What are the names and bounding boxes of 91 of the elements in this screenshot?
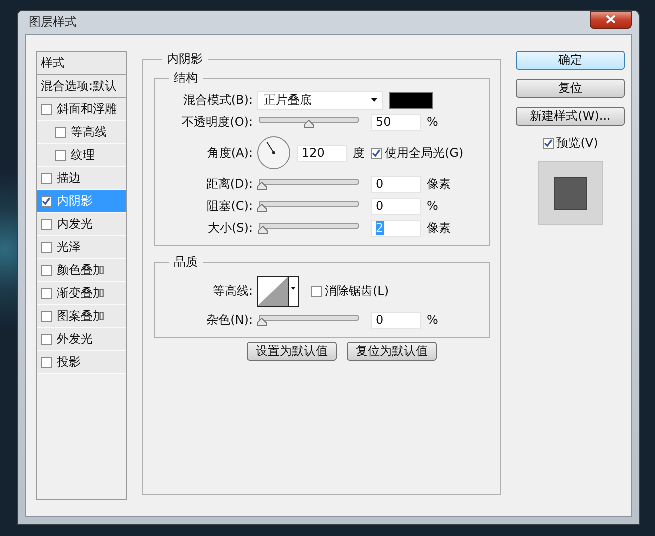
- group-title: 品质: [173, 254, 199, 271]
- angle-field[interactable]: 120: [297, 144, 347, 162]
- checkbox[interactable]: [41, 334, 52, 344]
- dialog-button[interactable]: 确定: [516, 51, 625, 70]
- checkbox[interactable]: [41, 310, 52, 322]
- field-label: 阻塞(C):: [206, 198, 253, 214]
- slider-thumb[interactable]: [258, 226, 268, 234]
- value-field[interactable]: 50: [371, 114, 421, 130]
- style-list-item[interactable]: 投影: [37, 351, 126, 374]
- style-list-item[interactable]: 描边: [37, 167, 126, 190]
- style-label: 渐变叠加: [57, 284, 105, 302]
- checkbox[interactable]: [41, 242, 52, 252]
- style-label: 混合选项:默认: [41, 78, 118, 94]
- contour-picker[interactable]: [257, 276, 299, 306]
- field-label: 角度(A):: [206, 144, 253, 162]
- style-list-item[interactable]: 等高线: [37, 121, 126, 144]
- slider-thumb[interactable]: [257, 204, 267, 212]
- unit-label: 像素: [427, 176, 451, 192]
- style-label: 光泽: [57, 238, 81, 256]
- style-label: 外发光: [57, 330, 93, 348]
- style-label: 颜色叠加: [57, 262, 105, 278]
- field-label: 等高线:: [212, 282, 253, 300]
- slider-thumb[interactable]: [304, 120, 314, 128]
- preview-swatch: [554, 176, 587, 210]
- checkbox-label: 使用全局光(G): [385, 144, 464, 162]
- field-label: 混合模式(B):: [182, 92, 253, 108]
- checkbox[interactable]: [55, 150, 66, 160]
- style-label: 内发光: [57, 216, 93, 232]
- field-label: 距离(D):: [205, 176, 253, 192]
- unit-label: %: [427, 313, 438, 327]
- slider[interactable]: [257, 178, 361, 190]
- window-title: 图层样式: [28, 14, 77, 31]
- style-list-item[interactable]: 内发光: [37, 213, 126, 236]
- checkbox-label: 消除锯齿(L): [325, 282, 390, 300]
- style-label: 斜面和浮雕: [57, 100, 117, 118]
- field-label: 杂色(N):: [206, 312, 253, 328]
- checkbox[interactable]: [41, 196, 52, 206]
- blend-mode-dropdown[interactable]: 正片叠底: [257, 90, 383, 110]
- style-list-item[interactable]: 光泽: [37, 236, 126, 259]
- slider[interactable]: [257, 116, 361, 128]
- dialog-button[interactable]: 复位: [516, 79, 625, 98]
- style-list-item[interactable]: 斜面和浮雕: [37, 98, 126, 121]
- checkbox[interactable]: [371, 148, 382, 158]
- slider[interactable]: [257, 222, 361, 234]
- style-label: 描边: [57, 170, 81, 186]
- value-field[interactable]: 0: [371, 198, 421, 214]
- style-label: 等高线: [71, 124, 107, 140]
- slider[interactable]: [257, 200, 361, 212]
- checkbox[interactable]: [542, 138, 554, 149]
- value-field[interactable]: 0: [371, 176, 421, 192]
- list-header: 样式: [41, 54, 65, 72]
- checkbox[interactable]: [41, 218, 52, 230]
- value-field[interactable]: 0: [371, 312, 421, 328]
- style-label: 图案叠加: [57, 308, 105, 324]
- checkbox[interactable]: [55, 126, 66, 138]
- dialog-button[interactable]: 新建样式(W)...: [516, 107, 625, 126]
- style-list-item[interactable]: 图案叠加: [37, 305, 126, 328]
- checkbox[interactable]: [41, 264, 52, 276]
- checkbox[interactable]: [41, 288, 52, 298]
- checkbox-label: 预览(V): [556, 135, 598, 152]
- slider-thumb[interactable]: [257, 318, 267, 326]
- style-label: 投影: [57, 354, 81, 370]
- unit-label: 像素: [427, 220, 451, 236]
- dropdown-arrow-icon: [371, 98, 378, 102]
- style-list-item[interactable]: 混合选项:默认: [37, 75, 126, 98]
- unit-label: %: [427, 115, 438, 129]
- unit-label: 度: [353, 144, 365, 162]
- dropdown-arrow-icon: [288, 276, 298, 306]
- field-label: 不透明度(O):: [181, 114, 253, 130]
- close-button[interactable]: [590, 10, 632, 28]
- style-list-item[interactable]: 颜色叠加: [37, 259, 126, 282]
- default-button[interactable]: 复位为默认值: [347, 342, 437, 361]
- checkbox[interactable]: [41, 172, 52, 184]
- style-list-item[interactable]: 渐变叠加: [37, 282, 126, 305]
- unit-label: %: [427, 199, 438, 213]
- close-icon: [606, 15, 616, 24]
- color-swatch[interactable]: [389, 92, 433, 108]
- style-label: 纹理: [71, 146, 95, 164]
- group-title: 内阴影: [166, 51, 204, 68]
- default-button[interactable]: 设置为默认值: [247, 342, 337, 361]
- style-list-item[interactable]: 纹理: [37, 144, 126, 167]
- angle-dial-icon[interactable]: [257, 136, 291, 170]
- checkbox[interactable]: [311, 286, 322, 296]
- slider[interactable]: [257, 314, 361, 326]
- checkbox[interactable]: [41, 104, 52, 114]
- style-list-item[interactable]: 外发光: [37, 328, 126, 351]
- slider-thumb[interactable]: [257, 182, 267, 190]
- field-label: 大小(S):: [206, 220, 253, 236]
- group-title: 结构: [173, 70, 199, 87]
- checkbox[interactable]: [41, 356, 52, 368]
- style-label: 内阴影: [57, 192, 93, 210]
